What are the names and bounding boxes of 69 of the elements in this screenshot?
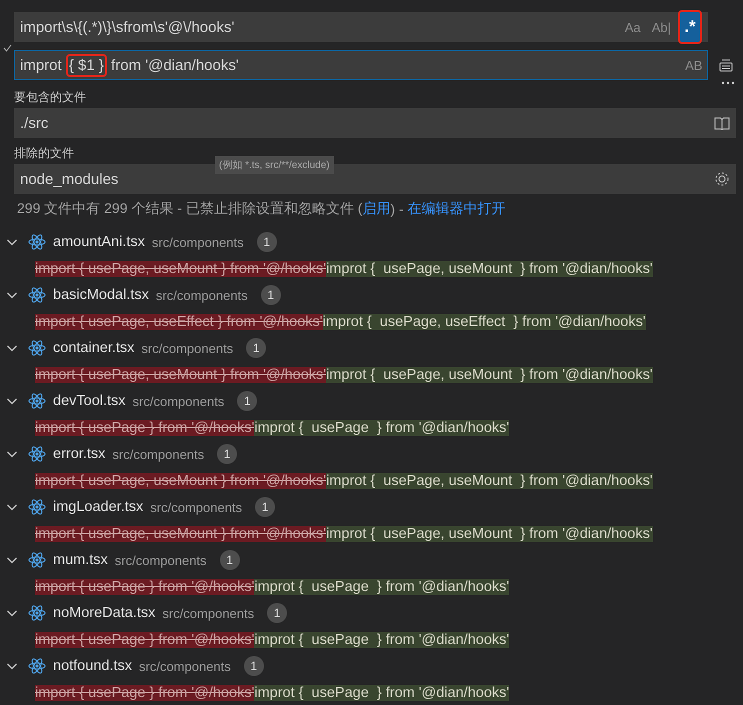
file-path: src/components (141, 340, 234, 356)
removed-text[interactable]: import { usePage, useMount } from '@/hooks' (35, 526, 326, 542)
include-field[interactable]: ./src (14, 108, 736, 138)
book-icon[interactable] (714, 116, 730, 130)
atom-icon (28, 552, 46, 568)
added-text[interactable]: improt { usePage, useMount } from '@dian/hooks' (326, 472, 653, 489)
atom-icon (28, 499, 46, 516)
file-path: src/components (162, 606, 254, 621)
exclude-label: 排除的文件 (13, 144, 75, 162)
match-count: 1 (267, 603, 288, 624)
file-path: src/components (132, 394, 224, 409)
added-text[interactable]: improt { usePage } from '@dian/hooks' (254, 578, 510, 595)
removed-text[interactable]: import { usePage } from '@/hooks' (35, 578, 254, 595)
atom-icon (28, 340, 46, 356)
match-count: 1 (255, 497, 276, 518)
atom-icon (28, 287, 46, 304)
added-text[interactable]: improt { usePage } from '@dian/hooks' (254, 420, 510, 436)
more-icon[interactable] (721, 81, 735, 85)
file-name[interactable]: error.tsx (53, 446, 106, 462)
file-name[interactable]: mum.tsx (53, 552, 108, 568)
file-path: src/components (152, 234, 244, 250)
results-summary: 299 文件中有 299 个结果 - 已禁止排除设置和忽略文件 ( (17, 200, 362, 218)
gear-icon[interactable] (714, 171, 730, 187)
replace-all-icon[interactable] (718, 57, 733, 73)
removed-text[interactable]: import { usePage, useMount } from '@/hooks' (35, 366, 326, 383)
added-text[interactable]: improt { usePage } from '@dian/hooks' (254, 632, 510, 648)
match-count: 1 (260, 285, 281, 306)
search-option-toggle[interactable]: .* (678, 10, 702, 44)
summary-separator: ) - (390, 201, 405, 217)
include-label: 要包含的文件 (13, 88, 87, 106)
file-name[interactable]: notfound.tsx (53, 658, 132, 674)
atom-icon (28, 234, 46, 250)
atom-icon (28, 393, 46, 410)
removed-text[interactable]: import { usePage } from '@/hooks' (35, 420, 254, 436)
match-count: 1 (246, 338, 266, 358)
atom-icon (28, 446, 46, 462)
added-text[interactable]: improt { usePage } from '@dian/hooks' (254, 684, 510, 701)
file-name[interactable]: noMoreData.tsx (53, 605, 156, 622)
removed-text[interactable]: import { usePage, useMount } from '@/hooks' (35, 472, 326, 489)
atom-icon (28, 658, 46, 674)
file-path: src/components (112, 446, 204, 462)
added-text[interactable]: improt { usePage, useMount } from '@dian/hooks' (326, 366, 653, 383)
match-count: 1 (220, 550, 240, 570)
match-count: 1 (237, 391, 258, 412)
removed-text[interactable]: import { usePage, useMount } from '@/hooks' (35, 260, 326, 277)
file-name[interactable]: imgLoader.tsx (53, 499, 144, 516)
enable-link[interactable]: 启用 (362, 200, 390, 218)
file-path: src/components (150, 500, 242, 515)
removed-text[interactable]: import { usePage } from '@/hooks' (35, 684, 254, 701)
match-count: 1 (244, 656, 264, 676)
file-name[interactable]: basicModal.tsx (53, 287, 149, 304)
added-text[interactable]: improt { usePage, useEffect } from '@dian/hooks' (322, 314, 646, 330)
replace-field[interactable]: improt { $1 } from '@dian/hooks' AB (14, 50, 708, 80)
added-text[interactable]: improt { usePage, useMount } from '@dian/hooks' (326, 260, 653, 277)
open-in-editor-link[interactable]: 在编辑器中打开 (408, 200, 506, 218)
atom-icon (28, 605, 46, 622)
file-name[interactable]: container.tsx (53, 340, 134, 356)
removed-text[interactable]: import { usePage, useEffect } from '@/hooks' (35, 314, 323, 330)
removed-text[interactable]: import { usePage } from '@/hooks' (35, 632, 254, 648)
file-path: src/components (114, 552, 207, 568)
tooltip: (例如 *.ts, src/**/exclude) (215, 156, 334, 174)
file-path: src/components (156, 288, 248, 303)
check-icon (2, 44, 12, 52)
file-path: src/components (139, 658, 231, 674)
file-name[interactable]: amountAni.tsx (53, 234, 145, 250)
match-count: 1 (256, 232, 277, 252)
file-name[interactable]: devTool.tsx (53, 393, 126, 410)
match-count: 1 (217, 444, 238, 464)
added-text[interactable]: improt { usePage, useMount } from '@dian/hooks' (326, 526, 653, 542)
